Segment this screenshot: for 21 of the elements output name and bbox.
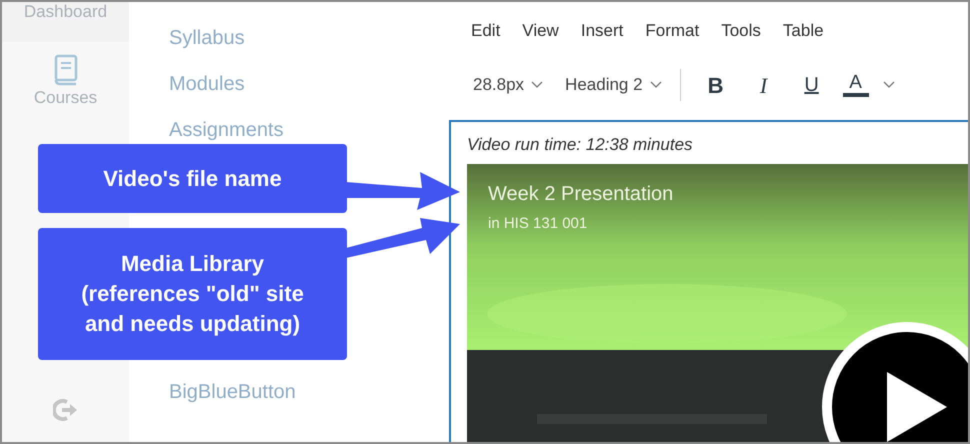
bold-button[interactable]: B [698, 68, 733, 102]
menu-item[interactable]: Tools [721, 18, 761, 44]
video-subtitle: in HIS 131 001 [488, 214, 588, 234]
book-icon [52, 54, 78, 86]
text-color-button[interactable]: A [842, 73, 869, 97]
callout-box: Media Library (references "old" site and needs updating) [38, 228, 347, 360]
menu-item[interactable]: View [522, 18, 559, 44]
body-text: Video run time: 12:38 minutes [467, 134, 694, 156]
chevron-icon [531, 81, 544, 89]
font-size-dropdown[interactable]: 28.8px [473, 72, 544, 98]
menu-item[interactable]: Insert [580, 18, 624, 44]
chevron-icon [650, 81, 662, 89]
underline-button[interactable]: U [794, 70, 829, 100]
callout-box: Video's file name [38, 144, 347, 213]
video-title: Week 2 Presentation [488, 182, 674, 206]
menu-item[interactable]: Format [645, 18, 700, 44]
menu-item[interactable]: Edit [471, 18, 500, 44]
italic-button[interactable]: I [746, 68, 781, 102]
menu-item[interactable]: Table [782, 18, 824, 44]
chevron-icon [882, 81, 895, 89]
block-format-dropdown[interactable]: Heading 2 [565, 72, 662, 98]
